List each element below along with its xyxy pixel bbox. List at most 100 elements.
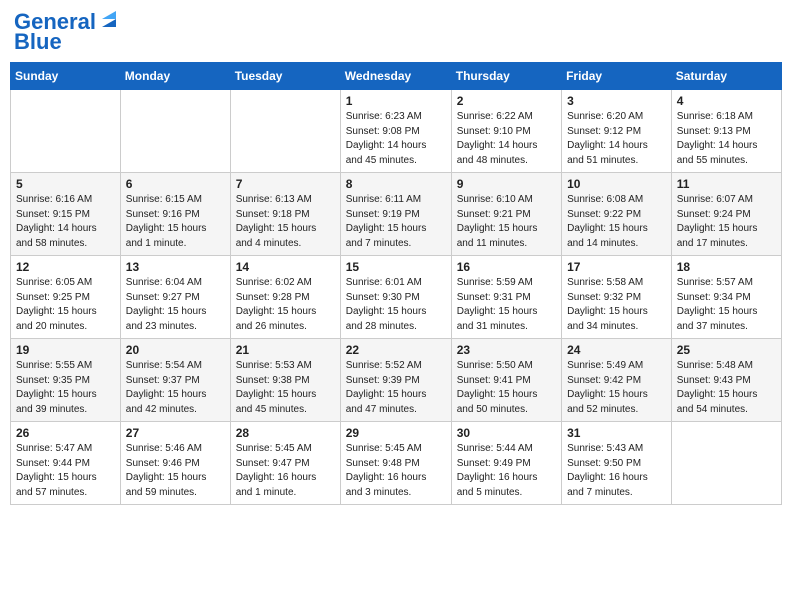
day-info: Sunrise: 5:49 AM Sunset: 9:42 PM Dayligh… [567,359,666,417]
day-number: 26 [16,426,115,440]
calendar-cell: 4Sunrise: 6:18 AM Sunset: 9:13 PM Daylig… [671,90,781,173]
day-number: 8 [346,177,446,191]
calendar-cell: 25 Sunrise: 5:48 AM Sunset: 9:43 PM Dayli… [671,339,781,422]
day-info: Sunrise: 6:05 AM Sunset: 9:25 PM Dayligh… [16,276,115,334]
day-number: 20 [126,343,225,357]
calendar-cell: 18Sunrise: 5:57 AM Sunset: 9:34 PM Dayli… [671,256,781,339]
day-number: 28 [236,426,335,440]
day-number: 11 [677,177,776,191]
calendar-cell: 21 Sunrise: 5:53 AM Sunset: 9:38 PM Dayli… [230,339,340,422]
day-info: Sunrise: 6:23 AM Sunset: 9:08 PM Dayligh… [346,110,446,168]
day-info: Sunrise: 6:04 AM Sunset: 9:27 PM Dayligh… [126,276,225,334]
calendar-cell: 20 Sunrise: 5:54 AM Sunset: 9:37 PM Dayli… [120,339,230,422]
calendar-cell: 3Sunrise: 6:20 AM Sunset: 9:12 PM Daylig… [562,90,672,173]
calendar-cell: 30 Sunrise: 5:44 AM Sunset: 9:49 PM Dayli… [451,422,561,505]
day-number: 24 [567,343,666,357]
day-info: Sunrise: 5:52 AM Sunset: 9:39 PM Dayligh… [346,359,446,417]
day-info: Sunrise: 5:47 AM Sunset: 9:44 PM Dayligh… [16,442,115,500]
day-info: Sunrise: 5:58 AM Sunset: 9:32 PM Dayligh… [567,276,666,334]
day-info: Sunrise: 6:15 AM Sunset: 9:16 PM Dayligh… [126,193,225,251]
calendar-week-row: 5 Sunrise: 6:16 AM Sunset: 9:15 PM Daylig… [11,173,782,256]
day-number: 21 [236,343,335,357]
day-info: Sunrise: 6:01 AM Sunset: 9:30 PM Dayligh… [346,276,446,334]
day-info: Sunrise: 5:50 AM Sunset: 9:41 PM Dayligh… [457,359,556,417]
day-number: 27 [126,426,225,440]
day-info: Sunrise: 5:46 AM Sunset: 9:46 PM Dayligh… [126,442,225,500]
calendar-cell: 24 Sunrise: 5:49 AM Sunset: 9:42 PM Dayli… [562,339,672,422]
day-number: 14 [236,260,335,274]
logo-icon [98,9,120,31]
calendar-cell: 1 Sunrise: 6:23 AM Sunset: 9:08 PM Daylig… [340,90,451,173]
day-number: 22 [346,343,446,357]
day-of-week-header: Friday [562,63,672,90]
calendar-cell: 6 Sunrise: 6:15 AM Sunset: 9:16 PM Daylig… [120,173,230,256]
day-number: 19 [16,343,115,357]
calendar-cell: 27 Sunrise: 5:46 AM Sunset: 9:46 PM Dayli… [120,422,230,505]
day-number: 13 [126,260,225,274]
day-info: Sunrise: 6:13 AM Sunset: 9:18 PM Dayligh… [236,193,335,251]
day-number: 23 [457,343,556,357]
day-info: Sunrise: 6:08 AM Sunset: 9:22 PM Dayligh… [567,193,666,251]
calendar-cell: 23 Sunrise: 5:50 AM Sunset: 9:41 PM Dayli… [451,339,561,422]
day-of-week-header: Tuesday [230,63,340,90]
day-of-week-header: Wednesday [340,63,451,90]
day-info: Sunrise: 5:54 AM Sunset: 9:37 PM Dayligh… [126,359,225,417]
day-number: 7 [236,177,335,191]
calendar-cell [120,90,230,173]
calendar-cell: 7 Sunrise: 6:13 AM Sunset: 9:18 PM Daylig… [230,173,340,256]
calendar-cell: 5 Sunrise: 6:16 AM Sunset: 9:15 PM Daylig… [11,173,121,256]
day-number: 30 [457,426,556,440]
day-number: 31 [567,426,666,440]
day-of-week-header: Saturday [671,63,781,90]
day-number: 25 [677,343,776,357]
day-number: 12 [16,260,115,274]
day-info: Sunrise: 5:53 AM Sunset: 9:38 PM Dayligh… [236,359,335,417]
calendar-cell: 12 Sunrise: 6:05 AM Sunset: 9:25 PM Dayli… [11,256,121,339]
day-info: Sunrise: 5:43 AM Sunset: 9:50 PM Dayligh… [567,442,666,500]
calendar-cell [11,90,121,173]
calendar-table: SundayMondayTuesdayWednesdayThursdayFrid… [10,62,782,505]
day-info: Sunrise: 6:18 AM Sunset: 9:13 PM Dayligh… [677,110,776,168]
calendar-cell: 16 Sunrise: 5:59 AM Sunset: 9:31 PM Dayli… [451,256,561,339]
calendar-header-row: SundayMondayTuesdayWednesdayThursdayFrid… [11,63,782,90]
calendar-cell [671,422,781,505]
calendar-cell: 11Sunrise: 6:07 AM Sunset: 9:24 PM Dayli… [671,173,781,256]
day-number: 10 [567,177,666,191]
calendar-cell: 17Sunrise: 5:58 AM Sunset: 9:32 PM Dayli… [562,256,672,339]
calendar-cell: 8 Sunrise: 6:11 AM Sunset: 9:19 PM Daylig… [340,173,451,256]
calendar-cell: 13 Sunrise: 6:04 AM Sunset: 9:27 PM Dayli… [120,256,230,339]
day-info: Sunrise: 5:44 AM Sunset: 9:49 PM Dayligh… [457,442,556,500]
calendar-cell [230,90,340,173]
day-info: Sunrise: 5:48 AM Sunset: 9:43 PM Dayligh… [677,359,776,417]
day-info: Sunrise: 5:45 AM Sunset: 9:48 PM Dayligh… [346,442,446,500]
calendar-cell: 22 Sunrise: 5:52 AM Sunset: 9:39 PM Dayli… [340,339,451,422]
calendar-cell: 10 Sunrise: 6:08 AM Sunset: 9:22 PM Dayli… [562,173,672,256]
calendar-cell: 19 Sunrise: 5:55 AM Sunset: 9:35 PM Dayli… [11,339,121,422]
day-number: 16 [457,260,556,274]
calendar-week-row: 12 Sunrise: 6:05 AM Sunset: 9:25 PM Dayli… [11,256,782,339]
calendar-cell: 2 Sunrise: 6:22 AM Sunset: 9:10 PM Daylig… [451,90,561,173]
day-number: 5 [16,177,115,191]
day-info: Sunrise: 5:55 AM Sunset: 9:35 PM Dayligh… [16,359,115,417]
day-number: 2 [457,94,556,108]
calendar-cell: 31 Sunrise: 5:43 AM Sunset: 9:50 PM Dayli… [562,422,672,505]
day-info: Sunrise: 6:10 AM Sunset: 9:21 PM Dayligh… [457,193,556,251]
calendar-week-row: 19 Sunrise: 5:55 AM Sunset: 9:35 PM Dayli… [11,339,782,422]
calendar-cell: 28Sunrise: 5:45 AM Sunset: 9:47 PM Dayli… [230,422,340,505]
day-info: Sunrise: 6:11 AM Sunset: 9:19 PM Dayligh… [346,193,446,251]
day-info: Sunrise: 6:02 AM Sunset: 9:28 PM Dayligh… [236,276,335,334]
day-number: 6 [126,177,225,191]
day-number: 1 [346,94,446,108]
day-of-week-header: Sunday [11,63,121,90]
day-info: Sunrise: 6:22 AM Sunset: 9:10 PM Dayligh… [457,110,556,168]
day-of-week-header: Monday [120,63,230,90]
logo-text-blue: Blue [14,30,62,54]
day-info: Sunrise: 5:59 AM Sunset: 9:31 PM Dayligh… [457,276,556,334]
calendar-week-row: 26 Sunrise: 5:47 AM Sunset: 9:44 PM Dayli… [11,422,782,505]
calendar-cell: 9Sunrise: 6:10 AM Sunset: 9:21 PM Daylig… [451,173,561,256]
day-number: 15 [346,260,446,274]
day-info: Sunrise: 6:16 AM Sunset: 9:15 PM Dayligh… [16,193,115,251]
calendar-cell: 26 Sunrise: 5:47 AM Sunset: 9:44 PM Dayli… [11,422,121,505]
calendar-week-row: 1 Sunrise: 6:23 AM Sunset: 9:08 PM Daylig… [11,90,782,173]
day-info: Sunrise: 5:57 AM Sunset: 9:34 PM Dayligh… [677,276,776,334]
